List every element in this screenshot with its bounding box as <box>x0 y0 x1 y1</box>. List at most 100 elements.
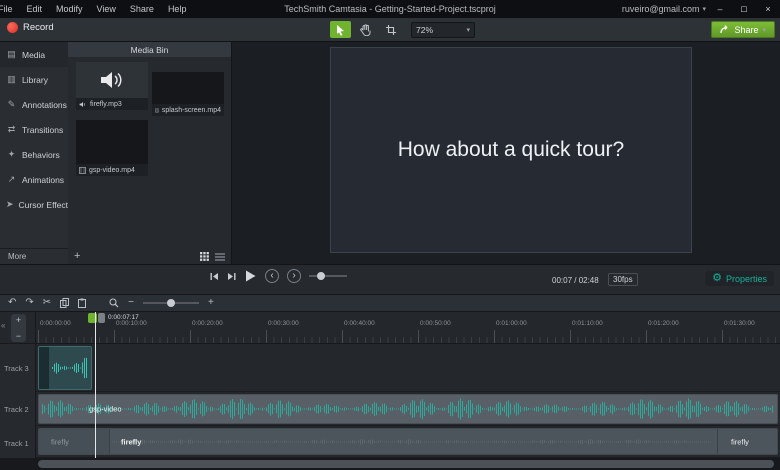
ruler-label: 0:01:10:00 <box>572 320 603 327</box>
timeline-scrollbar[interactable] <box>0 458 780 470</box>
clip-waveform <box>51 350 89 386</box>
jump-forward-button[interactable]: › <box>287 269 301 283</box>
media-item-firefly[interactable]: firefly.mp3 <box>76 98 148 110</box>
ruler-label: 0:01:30:00 <box>724 320 755 327</box>
properties-button[interactable]: ⚙ Properties <box>705 271 774 286</box>
media-item-gsp[interactable]: gsp-video.mp4 <box>76 164 148 176</box>
menu-edit[interactable]: Edit <box>20 0 50 18</box>
share-label: Share <box>734 24 759 35</box>
sidebar-item-label: Transitions <box>22 124 64 135</box>
playhead[interactable] <box>95 312 96 458</box>
redo-button[interactable]: ↷ <box>25 298 33 308</box>
timeline-zoom-out-button[interactable]: − <box>128 298 134 308</box>
sidebar-item-label: Annotations <box>22 99 67 110</box>
sidebar-item-behaviors[interactable]: ✦ Behaviors <box>0 142 68 167</box>
sidebar-item-cursor-effects[interactable]: ➤ Cursor Effects <box>0 192 72 217</box>
record-label: Record <box>23 22 54 33</box>
media-bin-footer: + <box>68 248 231 264</box>
track-2-row[interactable]: gsp-video <box>36 392 780 426</box>
crop-tool-button[interactable] <box>380 21 401 38</box>
sidebar: ▤ Media ▥ Library ✎ Annotations ⇄ Transi… <box>0 42 72 264</box>
track-1-label[interactable]: Track 1 <box>4 439 29 448</box>
play-button[interactable] <box>244 269 257 283</box>
playhead-out-handle[interactable] <box>98 313 105 323</box>
timeline-zoom-slider[interactable] <box>143 298 200 308</box>
account-menu[interactable]: ruveiro@gmail.com ▾ <box>622 4 706 14</box>
copy-button[interactable] <box>60 298 70 308</box>
ruler-label: 0:00:20:00 <box>192 320 223 327</box>
ruler-label: 0:00:40:00 <box>344 320 375 327</box>
track-height-decrease[interactable]: − <box>16 331 21 341</box>
sidebar-more-button[interactable]: More <box>0 248 68 264</box>
record-button[interactable]: Record <box>7 22 54 33</box>
share-button[interactable]: Share ▾ <box>711 21 775 38</box>
sidebar-item-label: Behaviors <box>22 149 60 160</box>
media-icon: ▤ <box>7 49 16 59</box>
pan-tool-button[interactable] <box>355 21 376 38</box>
track-height-control[interactable]: + − <box>11 314 26 342</box>
film-icon <box>155 108 159 112</box>
sidebar-item-annotations[interactable]: ✎ Annotations <box>0 92 68 117</box>
menu-share[interactable]: Share <box>123 0 161 18</box>
menu-file[interactable]: File <box>0 0 20 18</box>
media-item-gsp-thumbnail[interactable] <box>76 120 148 164</box>
sidebar-item-animations[interactable]: ↗ Animations <box>0 167 68 192</box>
menu-help[interactable]: Help <box>161 0 194 18</box>
clip-firefly[interactable]: firefly firefly firefly <box>38 428 778 455</box>
library-icon: ▥ <box>7 74 16 84</box>
jump-back-button[interactable]: ‹ <box>265 269 279 283</box>
track-3-row[interactable] <box>36 344 780 392</box>
fps-badge: 30fps <box>608 273 638 286</box>
scrollbar-thumb[interactable] <box>38 460 774 468</box>
previous-frame-button[interactable] <box>210 272 219 281</box>
clip-splash-screen[interactable] <box>38 346 92 390</box>
slider-knob[interactable] <box>167 299 176 307</box>
timeline-toolbar: ↶ ↷ ✂ − + <box>0 294 780 312</box>
grid-view-icon[interactable] <box>200 252 209 261</box>
chevron-down-icon: ▾ <box>466 26 470 34</box>
preview-slide[interactable]: How about a quick tour? <box>330 47 692 253</box>
timeline-zoom-in-button[interactable]: + <box>208 298 214 308</box>
track-height-increase[interactable]: + <box>16 315 21 325</box>
clip-gsp-video[interactable]: gsp-video <box>38 394 778 424</box>
track-3-label[interactable]: Track 3 <box>4 364 29 373</box>
collapse-tracks-icon[interactable]: « <box>1 321 5 330</box>
ruler-label: 0:00:00:00 <box>40 320 71 327</box>
slider-knob[interactable] <box>317 272 325 280</box>
paste-button[interactable] <box>78 298 87 308</box>
sidebar-item-media[interactable]: ▤ Media <box>0 42 68 67</box>
slide-text: How about a quick tour? <box>397 138 625 161</box>
speaker-icon <box>101 72 122 88</box>
add-media-button[interactable]: + <box>74 249 80 263</box>
clip-firefly-segment-1[interactable] <box>39 429 109 454</box>
playback-speed-slider[interactable] <box>309 269 347 283</box>
maximize-button[interactable]: □ <box>732 0 756 18</box>
canvas-zoom-dropdown[interactable]: 72% ▾ <box>411 21 475 38</box>
media-item-splash[interactable]: splash-screen.mp4 <box>152 104 224 116</box>
media-item-firefly-thumbnail[interactable] <box>76 62 148 98</box>
next-frame-button[interactable] <box>227 272 236 281</box>
cut-button[interactable]: ✂ <box>43 298 51 308</box>
track-2-label[interactable]: Track 2 <box>4 405 29 414</box>
media-bin-tab[interactable]: Media Bin <box>68 42 231 57</box>
sidebar-item-transitions[interactable]: ⇄ Transitions <box>0 117 68 142</box>
timeline-ruler[interactable]: 0:00:00:00 0:00:10:00 0:00:20:00 0:00:30… <box>36 312 780 344</box>
playhead-time-label: 0:00:07:17 <box>108 314 139 321</box>
minimize-button[interactable]: – <box>708 0 732 18</box>
cursor-effects-icon: ➤ <box>6 199 14 209</box>
sidebar-item-library[interactable]: ▥ Library <box>0 67 68 92</box>
media-item-splash-thumbnail[interactable] <box>152 72 224 104</box>
menu-view[interactable]: View <box>90 0 123 18</box>
undo-button[interactable]: ↶ <box>8 298 16 308</box>
canvas-area[interactable]: How about a quick tour? <box>232 42 780 264</box>
track-1-row[interactable]: firefly firefly firefly <box>36 426 780 458</box>
ruler-major-ticks <box>38 330 780 343</box>
sidebar-item-label: Media <box>22 49 46 60</box>
menu-modify[interactable]: Modify <box>49 0 90 18</box>
close-button[interactable]: × <box>756 0 780 18</box>
gear-icon: ⚙ <box>712 272 722 284</box>
annotations-icon: ✎ <box>7 99 16 109</box>
cursor-icon <box>337 24 344 36</box>
select-tool-button[interactable] <box>330 21 351 38</box>
list-view-icon[interactable] <box>215 252 225 261</box>
